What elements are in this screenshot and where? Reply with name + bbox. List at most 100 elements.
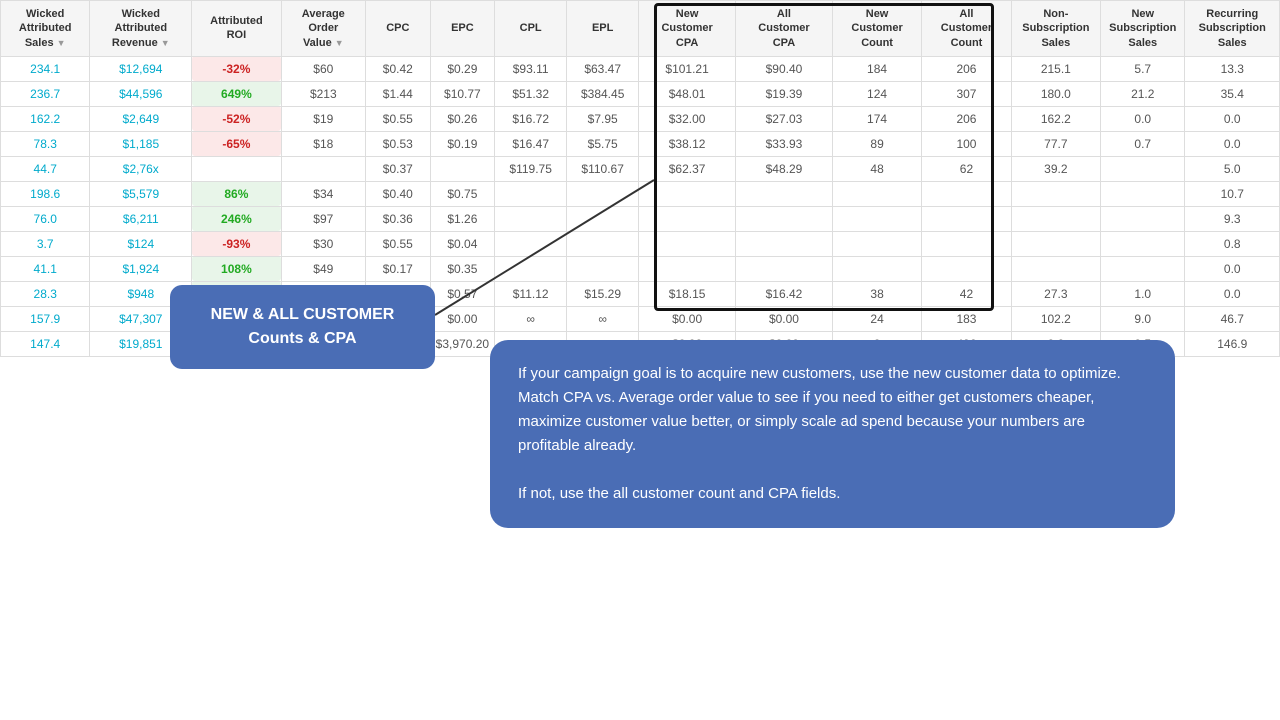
table-cell: $1.26 <box>430 206 495 231</box>
table-cell <box>736 231 833 256</box>
table-cell: 44.7 <box>1 156 90 181</box>
table-row: 76.0$6,211246%$97$0.36$1.269.3 <box>1 206 1280 231</box>
table-cell <box>1101 231 1185 256</box>
table-row: 198.6$5,57986%$34$0.40$0.7510.7 <box>1 181 1280 206</box>
table-cell: 3.7 <box>1 231 90 256</box>
col-header-avg-order[interactable]: AverageOrderValue ▼ <box>281 1 365 57</box>
table-cell <box>832 231 921 256</box>
table-cell: $7.95 <box>567 106 639 131</box>
table-cell: 1.0 <box>1101 281 1185 306</box>
table-cell <box>192 156 281 181</box>
table-cell: 124 <box>832 81 921 106</box>
table-cell: 180.0 <box>1011 81 1100 106</box>
table-cell: 236.7 <box>1 81 90 106</box>
col-header-attr-roi: AttributedROI <box>192 1 281 57</box>
table-cell: $16.72 <box>495 106 567 131</box>
table-cell: 100 <box>922 131 1011 156</box>
table-cell: $44,596 <box>90 81 192 106</box>
table-cell: 42 <box>922 281 1011 306</box>
table-cell: -52% <box>192 106 281 131</box>
table-cell: 162.2 <box>1 106 90 131</box>
table-cell: 13.3 <box>1185 56 1280 81</box>
table-cell: 76.0 <box>1 206 90 231</box>
table-cell <box>832 181 921 206</box>
table-cell: 28.3 <box>1 281 90 306</box>
table-cell: 174 <box>832 106 921 131</box>
table-cell: $0.26 <box>430 106 495 131</box>
table-cell: 198.6 <box>1 181 90 206</box>
table-cell: $18 <box>281 131 365 156</box>
table-cell: 146.9 <box>1185 331 1280 356</box>
table-cell <box>639 206 736 231</box>
table-cell: 206 <box>922 56 1011 81</box>
table-cell: 307 <box>922 81 1011 106</box>
table-cell: $1.44 <box>366 81 431 106</box>
table-cell <box>922 231 1011 256</box>
table-cell: 0.0 <box>1185 131 1280 156</box>
table-cell: $49 <box>281 256 365 281</box>
col-header-wicked-revenue[interactable]: WickedAttributedRevenue ▼ <box>90 1 192 57</box>
table-row: 3.7$124-93%$30$0.55$0.040.8 <box>1 231 1280 256</box>
table-cell: $51.32 <box>495 81 567 106</box>
table-cell: 147.4 <box>1 331 90 356</box>
col-header-wicked-sales[interactable]: WickedAttributedSales ▼ <box>1 1 90 57</box>
table-cell: 162.2 <box>1011 106 1100 131</box>
table-cell <box>495 181 567 206</box>
table-cell: 86% <box>192 181 281 206</box>
table-cell <box>832 206 921 231</box>
table-cell: 157.9 <box>1 306 90 331</box>
table-cell: 39.2 <box>1011 156 1100 181</box>
table-cell: ∞ <box>567 306 639 331</box>
table-cell <box>1101 156 1185 181</box>
customer-counts-cpa-label: NEW & ALL CUSTOMER Counts & CPA <box>170 285 435 369</box>
table-cell: $2,76x <box>90 156 192 181</box>
table-cell: $32.00 <box>639 106 736 131</box>
table-cell: 21.2 <box>1101 81 1185 106</box>
table-cell: $384.45 <box>567 81 639 106</box>
table-cell: 38 <box>832 281 921 306</box>
table-cell: 35.4 <box>1185 81 1280 106</box>
table-cell <box>639 181 736 206</box>
table-cell: $10.77 <box>430 81 495 106</box>
table-cell: $0.35 <box>430 256 495 281</box>
table-cell: $0.29 <box>430 56 495 81</box>
table-cell: $0.00 <box>430 306 495 331</box>
table-cell: 0.0 <box>1185 106 1280 131</box>
table-cell: 206 <box>922 106 1011 131</box>
table-cell: 5.7 <box>1101 56 1185 81</box>
table-cell: 41.1 <box>1 256 90 281</box>
table-cell: $15.29 <box>567 281 639 306</box>
table-cell: $19 <box>281 106 365 131</box>
table-cell <box>1011 181 1100 206</box>
table-cell: 5.0 <box>1185 156 1280 181</box>
table-cell: $30 <box>281 231 365 256</box>
col-header-new-cust-cpa: NewCustomerCPA <box>639 1 736 57</box>
table-cell: $0.19 <box>430 131 495 156</box>
table-cell <box>922 181 1011 206</box>
table-cell: $16.42 <box>736 281 833 306</box>
table-cell <box>430 156 495 181</box>
col-header-new-sub-sales: NewSubscriptionSales <box>1101 1 1185 57</box>
table-cell <box>1101 256 1185 281</box>
table-cell <box>567 206 639 231</box>
table-cell <box>567 181 639 206</box>
table-cell: $11.12 <box>495 281 567 306</box>
table-cell <box>567 231 639 256</box>
table-row: 236.7$44,596649%$213$1.44$10.77$51.32$38… <box>1 81 1280 106</box>
table-cell: $38.12 <box>639 131 736 156</box>
table-cell: $90.40 <box>736 56 833 81</box>
table-cell: $2,649 <box>90 106 192 131</box>
table-cell: $19.39 <box>736 81 833 106</box>
tooltip-text-1: If your campaign goal is to acquire new … <box>518 362 1147 458</box>
table-cell <box>1011 256 1100 281</box>
table-cell <box>832 256 921 281</box>
table-cell: 48 <box>832 156 921 181</box>
table-cell: $0.37 <box>366 156 431 181</box>
table-cell <box>1101 181 1185 206</box>
table-cell: $60 <box>281 56 365 81</box>
table-cell: $110.67 <box>567 156 639 181</box>
table-cell <box>922 206 1011 231</box>
table-cell: $0.53 <box>366 131 431 156</box>
table-cell: $1,185 <box>90 131 192 156</box>
table-cell: $12,694 <box>90 56 192 81</box>
